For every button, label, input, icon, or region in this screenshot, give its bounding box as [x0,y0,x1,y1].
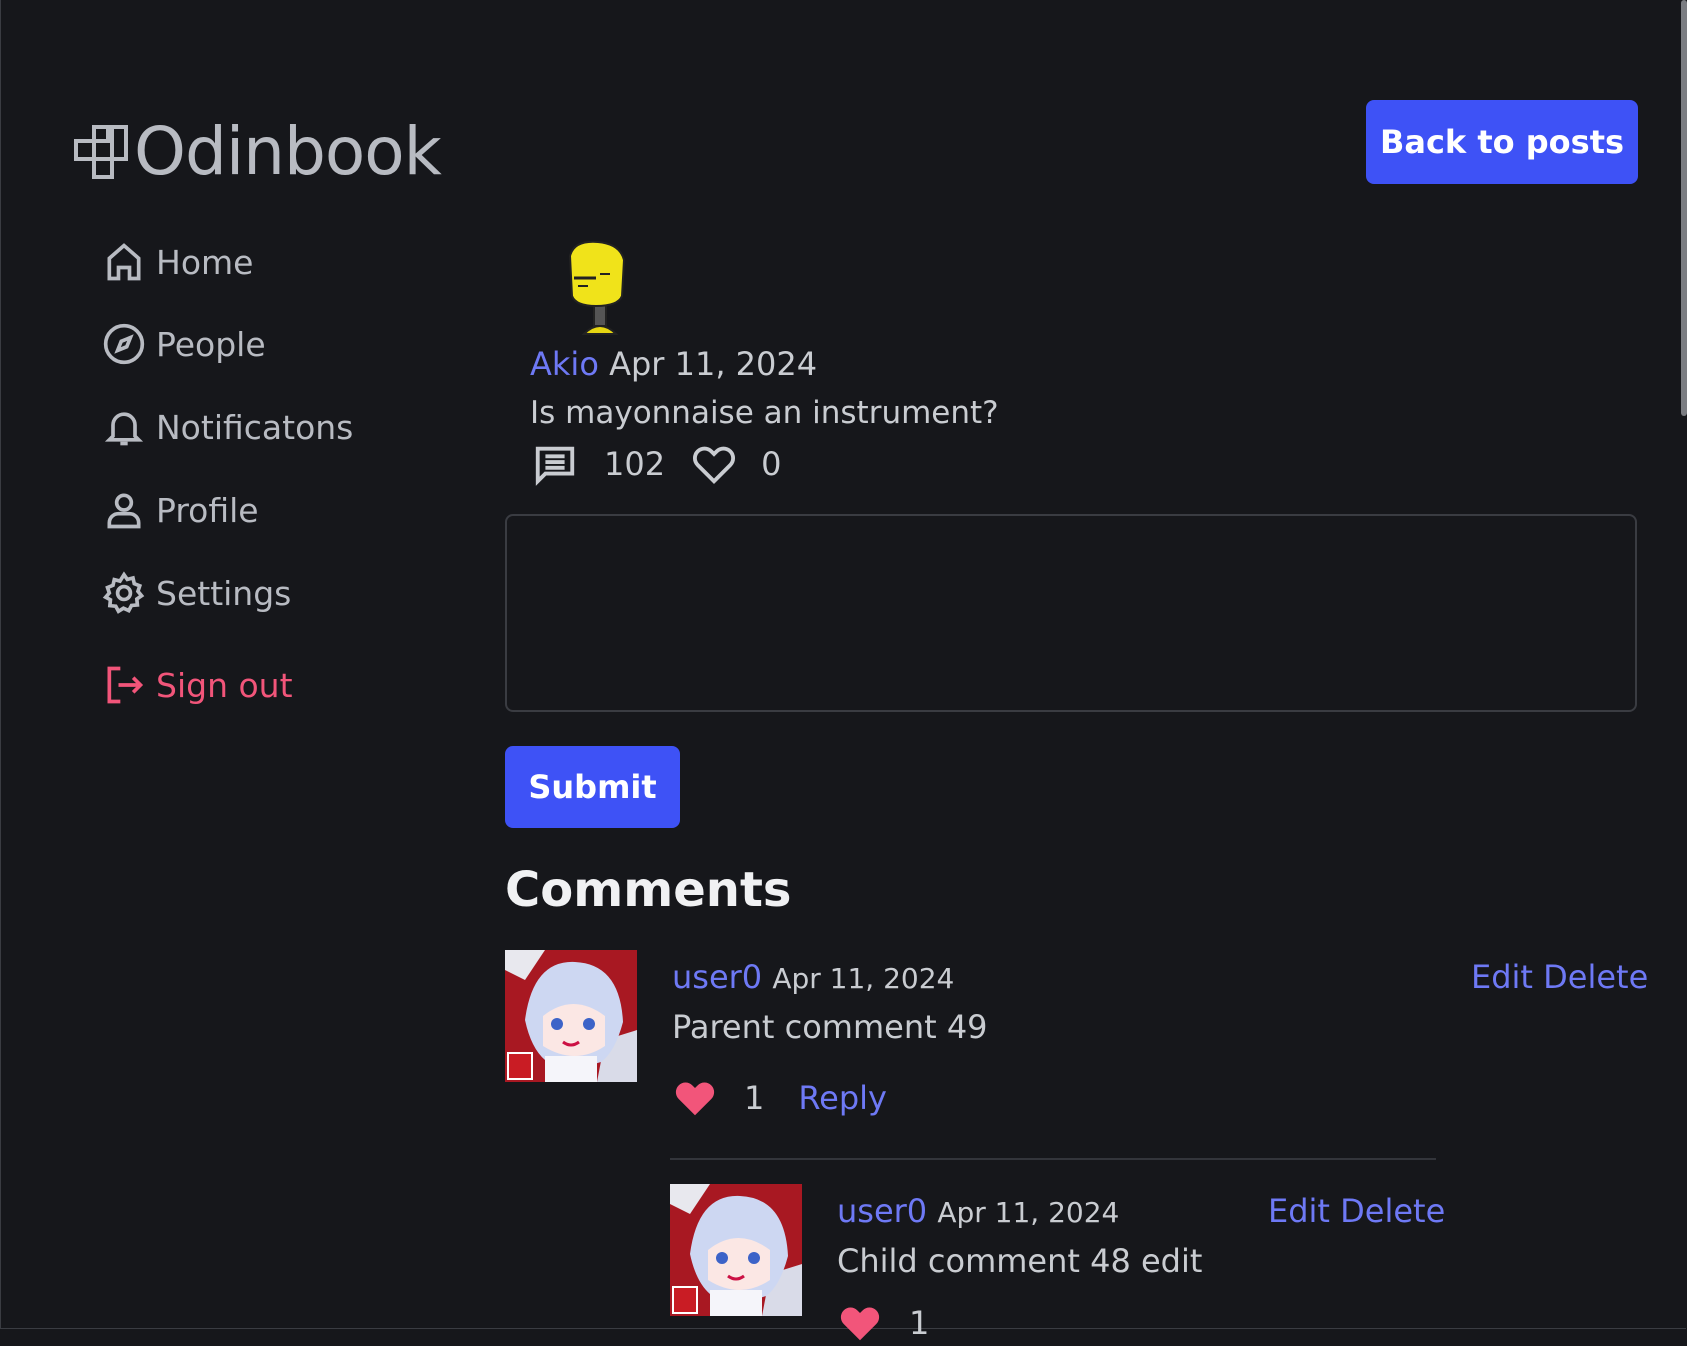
submit-button[interactable]: Submit [505,746,680,828]
post-author-link[interactable]: Akio [530,345,599,383]
sidebar-item-home[interactable]: Home [102,240,253,284]
person-icon [107,493,141,529]
avatar[interactable] [505,950,637,1082]
sidebar-item-settings[interactable]: Settings [102,571,291,615]
sidebar-item-label: Notificatons [156,407,354,447]
post-meta: Akio Apr 11, 2024 [530,345,817,383]
delete-button[interactable]: Delete [1340,1192,1445,1230]
comment-like-count: 1 [744,1079,765,1117]
comment-actions: Edit Delete [1471,958,1648,996]
home-icon [107,243,141,281]
sidebar-item-label: Profile [156,490,259,530]
sidebar-item-sign-out[interactable]: Sign out [102,663,293,707]
comment-like-row: 1 [837,1300,929,1346]
comment-actions: Edit Delete [1268,1192,1445,1230]
app-logo[interactable]: Odinbook [72,113,442,190]
post-stats: 102 0 [532,441,781,487]
sign-out-icon [107,666,144,704]
sidebar-item-people[interactable]: People [102,322,266,366]
comment-author-link[interactable]: user0 [672,958,762,996]
comment-date: Apr 11, 2024 [772,962,955,995]
comment-like-count: 1 [909,1304,930,1342]
compass-icon [103,323,145,365]
avatar[interactable] [670,1184,802,1316]
reply-button[interactable]: Reply [798,1079,887,1117]
comment-meta: user0 Apr 11, 2024 [672,958,954,996]
delete-button[interactable]: Delete [1543,958,1648,996]
sidebar-item-label: Sign out [156,665,293,705]
sidebar-item-label: People [156,324,266,364]
comment-icon[interactable] [532,441,578,487]
comment-like-row: 1 Reply [672,1075,887,1121]
bell-icon [104,412,144,446]
comment-date: Apr 11, 2024 [937,1196,1120,1229]
sidebar-item-profile[interactable]: Profile [102,488,259,532]
sidebar-item-label: Home [156,242,254,282]
post-body: Is mayonnaise an instrument? [530,395,999,431]
comment-body: Child comment 48 edit [837,1242,1203,1280]
comment-body: Parent comment 49 [672,1008,988,1046]
edit-button[interactable]: Edit [1471,958,1533,996]
heart-filled-icon[interactable] [837,1300,883,1346]
comment-textarea[interactable] [505,514,1637,712]
heart-outline-icon[interactable] [691,441,737,487]
post-date: Apr 11, 2024 [609,345,818,383]
sidebar-item-notifications[interactable]: Notificatons [102,405,353,449]
page-scrollbar[interactable] [1681,0,1687,416]
comment-divider [670,1158,1436,1160]
logo-icon [74,124,128,179]
gear-icon [102,571,145,614]
comment-author-link[interactable]: user0 [837,1192,927,1230]
post-like-count: 0 [761,445,782,483]
edit-button[interactable]: Edit [1268,1192,1330,1230]
logo-text: Odinbook [134,113,442,190]
post-author-avatar[interactable] [560,238,640,342]
heart-filled-icon[interactable] [672,1075,718,1121]
back-to-posts-button[interactable]: Back to posts [1366,100,1638,184]
comment-meta: user0 Apr 11, 2024 [837,1192,1119,1230]
comments-heading: Comments [505,862,792,918]
sidebar-item-label: Settings [156,573,292,613]
post-comment-count: 102 [604,445,666,483]
